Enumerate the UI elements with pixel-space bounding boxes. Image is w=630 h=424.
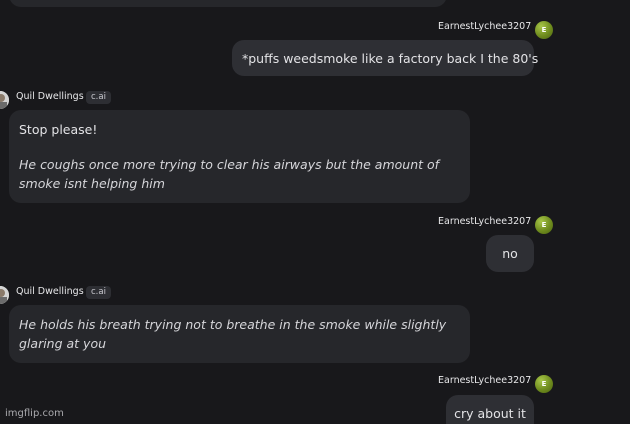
message-action-text: He holds his breath trying not to breath…	[19, 317, 447, 351]
user-message-bubble: *puffs weedsmoke like a factory back I t…	[232, 40, 539, 76]
message-text: *puffs weedsmoke like a factory back I t…	[242, 51, 539, 66]
message-action-text: He coughs once more trying to clear his …	[19, 157, 440, 191]
message-text: Stop please!	[19, 122, 98, 137]
message-author: EarnestLychee3207	[438, 216, 532, 227]
avatar-letter: E	[541, 380, 547, 388]
character-avatar[interactable]	[0, 286, 9, 304]
avatar-letter: E	[541, 26, 547, 34]
avatar-letter: E	[541, 221, 547, 229]
character-message-bubble: Stop please! He coughs once more trying …	[9, 110, 470, 203]
message-text: cry about it	[454, 406, 526, 421]
message-author: Quil Dwellings	[16, 286, 84, 297]
user-avatar[interactable]: E	[535, 21, 553, 39]
character-ai-badge: c.ai	[86, 286, 111, 299]
message-author: EarnestLychee3207	[438, 375, 532, 386]
user-message-bubble: cry about it	[446, 395, 534, 424]
user-avatar[interactable]: E	[535, 216, 553, 234]
character-avatar[interactable]	[0, 91, 9, 109]
character-ai-badge: c.ai	[86, 91, 111, 104]
message-author: Quil Dwellings	[16, 91, 84, 102]
chat-window: EarnestLychee3207 E *puffs weedsmoke lik…	[0, 0, 630, 424]
character-message-bubble: He holds his breath trying not to breath…	[9, 305, 470, 363]
user-message-bubble: no	[486, 235, 534, 272]
watermark: imgflip.com	[5, 408, 64, 419]
user-avatar[interactable]: E	[535, 375, 553, 393]
previous-message-bubble	[9, 0, 447, 7]
message-author: EarnestLychee3207	[438, 21, 532, 32]
message-text: no	[502, 246, 518, 261]
